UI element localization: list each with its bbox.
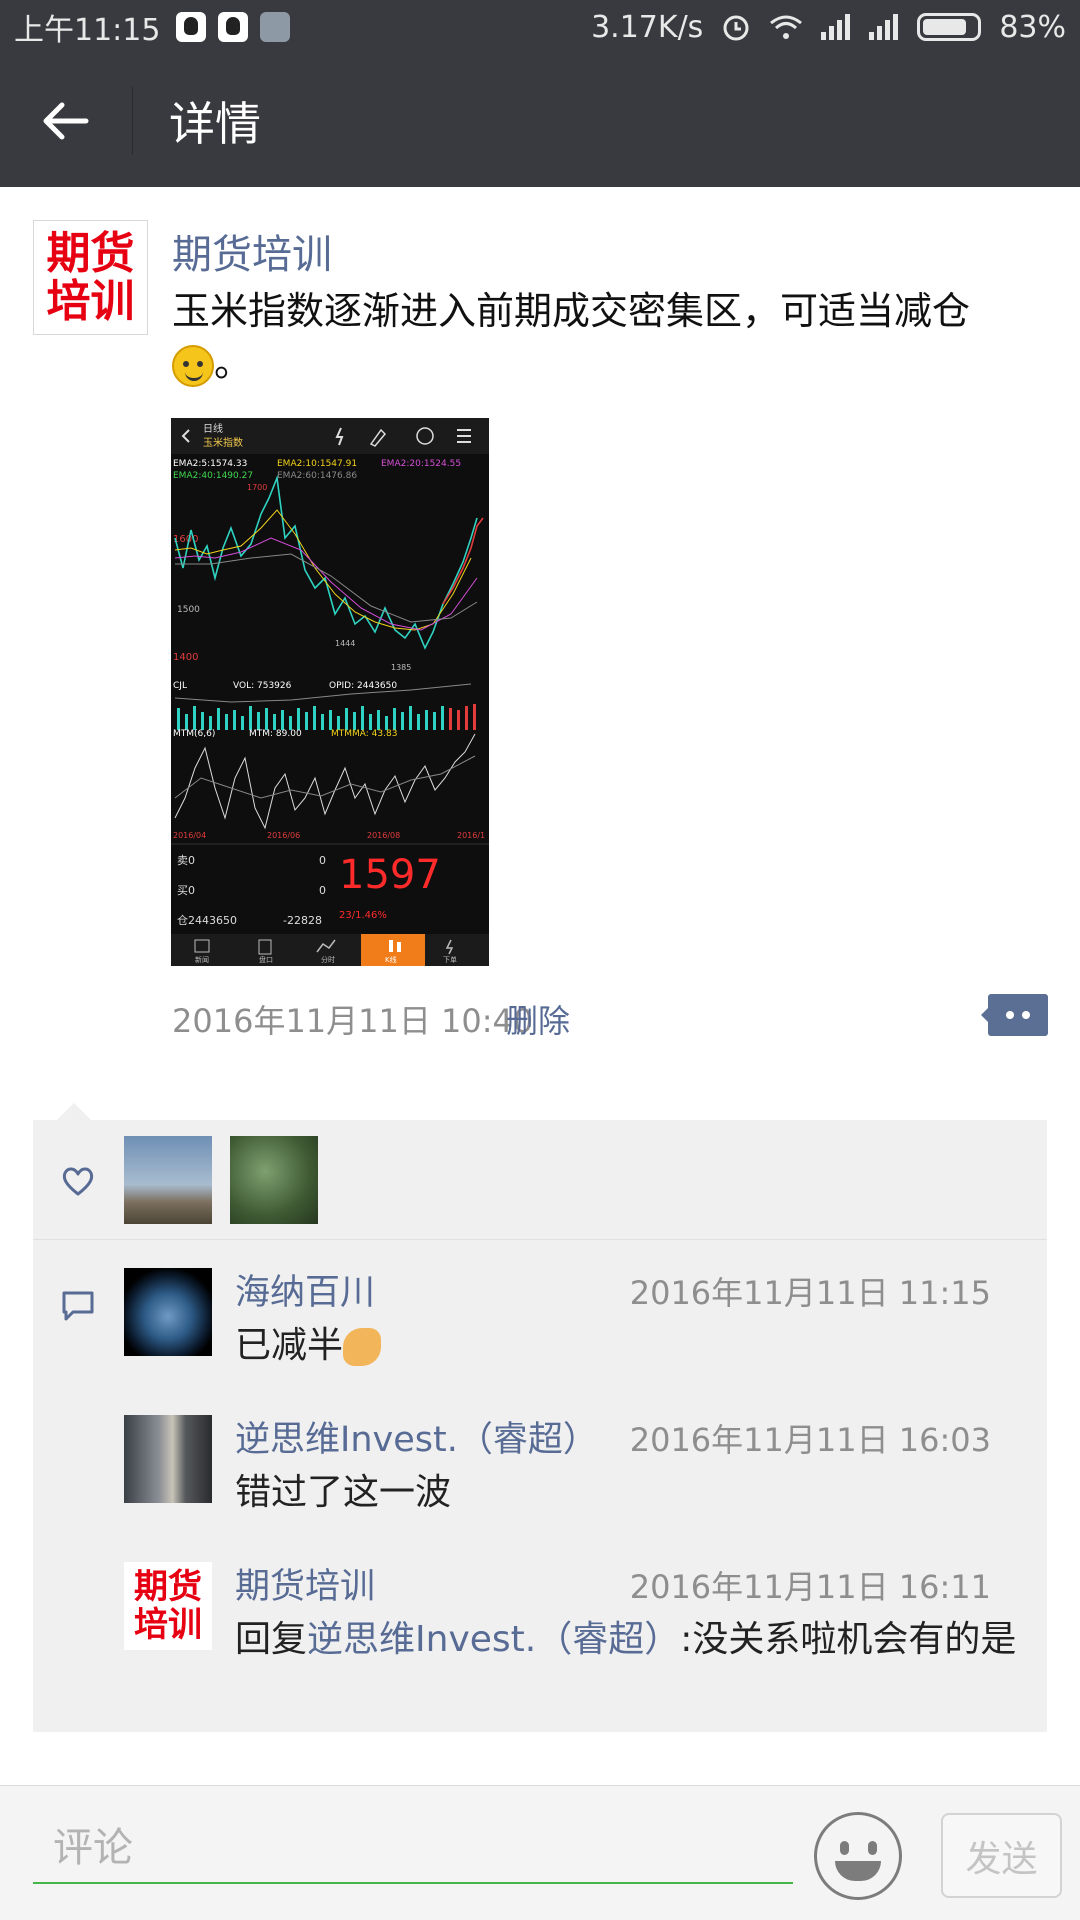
commenter-name[interactable]: 期货培训	[235, 1558, 375, 1609]
buy-label: 买0	[177, 884, 195, 897]
sell-label: 卖0	[177, 854, 195, 867]
ok-hand-emoji-icon	[343, 1328, 382, 1366]
post-image[interactable]: 日线 玉米指数 EMA2:5:1574.33 EMA2:10:1547.91 E…	[171, 418, 489, 966]
price-level: 1400	[173, 652, 198, 663]
post-timestamp: 2016年11月11日 10:40	[172, 1002, 534, 1040]
ema-label: EMA2:20:1524.55	[381, 459, 461, 469]
signal-icon	[869, 14, 899, 40]
header-divider	[132, 86, 133, 155]
back-button[interactable]	[0, 54, 132, 187]
comment-time: 2016年11月11日 16:11	[629, 1568, 991, 1606]
commenter-name[interactable]: 海纳百川	[235, 1264, 375, 1315]
note-notification-icon	[260, 12, 291, 42]
battery-icon	[917, 13, 982, 41]
reply-target-name[interactable]: 逆思维Invest.（睿超）	[307, 1619, 680, 1660]
mtm-value: MTM: 89.00	[249, 729, 302, 739]
comment-text: 已减半	[235, 1320, 1035, 1372]
chart-tab-label: K线	[385, 955, 397, 964]
qq-notification-icon	[218, 12, 249, 42]
last-price: 1597	[339, 852, 441, 898]
reply-prefix: 回复	[235, 1619, 308, 1660]
ema-label: EMA2:40:1490.27	[173, 471, 253, 481]
smile-emoji-icon	[172, 344, 214, 387]
comment-text: 错过了这一波	[235, 1472, 452, 1513]
position-label: 仓2443650	[177, 913, 237, 927]
chart-tab-label: 盘口	[259, 955, 273, 964]
comment-input-wrapper	[33, 1814, 793, 1884]
comment-input[interactable]	[33, 1814, 793, 1882]
date-label: 2016/08	[367, 831, 400, 840]
chart-tab-label: 新闻	[195, 955, 209, 964]
battery-percent: 83%	[999, 9, 1066, 45]
date-label: 2016/1	[457, 831, 485, 840]
open-interest-value: OPID: 2443650	[329, 681, 397, 691]
post-suffix: 。	[214, 341, 253, 385]
send-button[interactable]: 发送	[941, 1813, 1062, 1898]
chart-tab-label: 下单	[443, 955, 457, 964]
comment-icon	[62, 1291, 94, 1321]
commenter-avatar[interactable]	[124, 1268, 212, 1356]
price-change: 23/1.46%	[339, 910, 387, 921]
alarm-icon	[723, 15, 749, 41]
chart-tab-label: 分时	[321, 955, 335, 964]
price-level: 1700	[247, 483, 267, 492]
panel-pointer	[56, 1103, 92, 1121]
page-title: 详情	[169, 96, 261, 151]
ema-label: EMA2:60:1476.86	[277, 471, 357, 481]
comment-text: 回复逆思维Invest.（睿超）:没关系啦机会有的是	[235, 1614, 1035, 1666]
avatar-text: 培训	[46, 275, 135, 327]
qq-notification-icon	[176, 12, 207, 42]
buy-value: 0	[319, 884, 326, 897]
price-level: 1500	[177, 605, 200, 615]
back-arrow-icon	[43, 102, 89, 139]
wifi-icon	[770, 15, 803, 39]
commenter-avatar[interactable]: 期货 培训	[124, 1562, 212, 1650]
more-actions-button[interactable]	[981, 994, 1048, 1036]
price-level: 1444	[335, 639, 355, 648]
dot-icon	[1006, 1011, 1014, 1019]
post-body: 玉米指数逐渐进入前期成交密集区，可适当减仓	[172, 289, 971, 333]
signal-icon	[821, 14, 851, 40]
comment-bar: 发送	[0, 1785, 1080, 1920]
dot-icon	[1022, 1011, 1030, 1019]
commenter-name[interactable]: 逆思维Invest.（睿超）	[235, 1411, 598, 1462]
post-text: 玉米指数逐渐进入前期成交密集区，可适当减仓 。	[172, 285, 1002, 389]
heart-icon	[62, 1167, 94, 1196]
ema-label: EMA2:5:1574.33	[173, 459, 247, 469]
commenter-avatar[interactable]	[124, 1415, 212, 1503]
chart-period: 日线	[203, 422, 223, 435]
position-change: -22828	[283, 914, 322, 927]
like-avatar[interactable]	[230, 1136, 318, 1224]
chart-name: 玉米指数	[203, 436, 243, 449]
comment-time: 2016年11月11日 16:03	[629, 1421, 991, 1459]
avatar-text: 期货	[134, 1567, 202, 1607]
emoji-button[interactable]	[814, 1812, 902, 1900]
ema-label: EMA2:10:1547.91	[277, 459, 357, 469]
sell-value: 0	[319, 854, 326, 867]
mtmma-value: MTMMA: 43.83	[331, 729, 397, 739]
volume-label: CJL	[173, 681, 187, 691]
avatar-text: 期货	[46, 227, 135, 279]
delete-link[interactable]: 删除	[506, 996, 570, 1042]
interaction-panel: 海纳百川 2016年11月11日 11:15 已减半 逆思维Invest.（睿超…	[33, 1120, 1047, 1732]
status-time: 上午11:15	[14, 13, 161, 48]
volume-value: VOL: 753926	[233, 681, 292, 691]
price-level: 1385	[391, 663, 411, 672]
comment-body: :没关系啦机会有的是	[680, 1619, 1017, 1660]
avatar-text: 培训	[134, 1605, 202, 1645]
author-avatar[interactable]: 期货 培训	[33, 220, 148, 335]
status-bar: 上午11:15 3.17K/s 83%	[0, 0, 1080, 54]
title-bar: 详情	[0, 54, 1080, 187]
likes-row	[33, 1120, 1047, 1240]
post-author-name[interactable]: 期货培训	[172, 222, 332, 280]
mtm-label: MTM(6,6)	[173, 729, 215, 739]
date-label: 2016/06	[267, 831, 300, 840]
like-avatar[interactable]	[124, 1136, 212, 1224]
comment-body: 已减半	[235, 1325, 344, 1366]
network-speed: 3.17K/s	[591, 9, 704, 45]
date-label: 2016/04	[173, 831, 206, 840]
comment-time: 2016年11月11日 11:15	[629, 1274, 991, 1312]
